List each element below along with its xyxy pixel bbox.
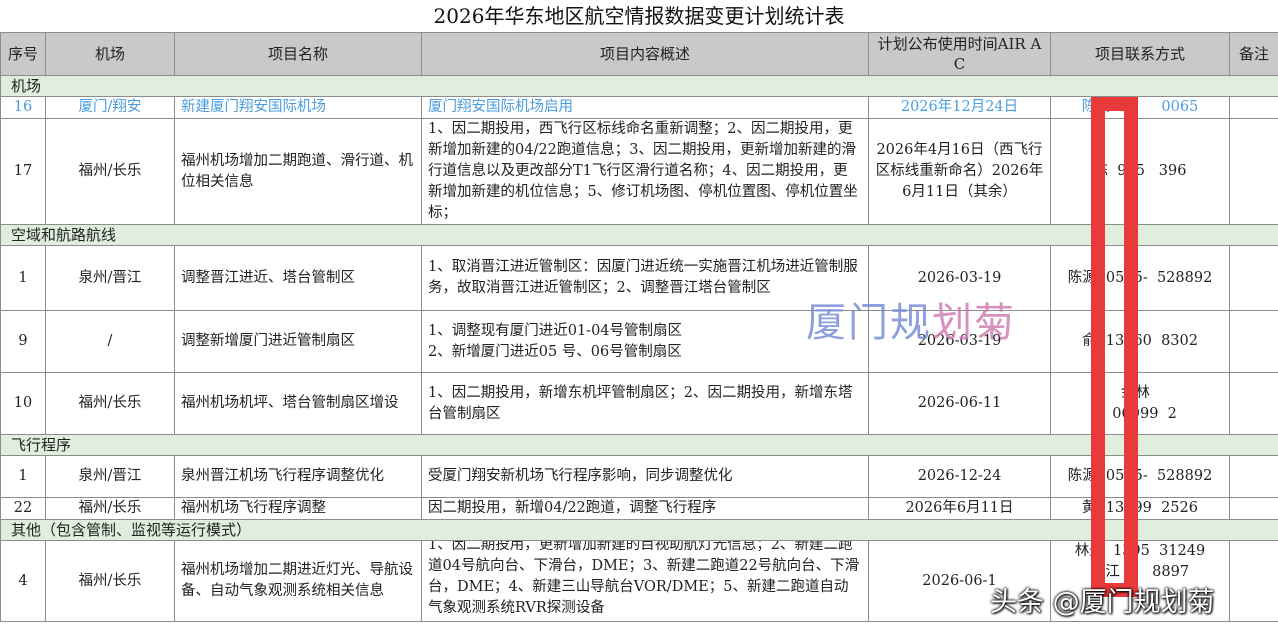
cell-seq[interactable]: 17 — [0, 118, 46, 225]
cell-contact[interactable]: 陈精 0065 — [1050, 96, 1230, 119]
table-row: 9 / 调整新增厦门进近管制扇区 1、调整现有厦门进近01-04号管制扇区 2、… — [0, 310, 1278, 373]
redaction-frame — [1091, 97, 1138, 597]
cell-summary[interactable]: 受厦门翔安新机场飞行程序影响，同步调整优化 — [421, 455, 869, 498]
cell-summary[interactable]: 1、因二期投用，更新增加新建的目视助航灯光信息；2、新建二跑道04号航向台、下滑… — [421, 540, 869, 622]
watermark-text-part2: 划菊 — [932, 300, 1016, 346]
cell-seq[interactable]: 22 — [0, 497, 46, 520]
table-row: 22 福州/长乐 福州机场飞行程序调整 因二期投用，新增04/22跑道，调整飞行… — [0, 497, 1278, 520]
section-label[interactable]: 机场 — [0, 75, 1278, 97]
col-header-summary[interactable]: 项目内容概述 — [421, 32, 869, 76]
cell-summary[interactable]: 1、因二期投用，新增东机坪管制扇区；2、因二期投用，新增东塔台管制扇区 — [421, 372, 869, 435]
table-row: 1 泉州/晋江 调整晋江进近、塔台管制区 1、取消晋江进近管制区：因厦门进近统一… — [0, 245, 1278, 311]
cell-project[interactable]: 福州机场增加二期进近灯光、导航设备、自动气象观测系统相关信息 — [174, 540, 422, 622]
cell-airport[interactable]: 厦门/翔安 — [45, 96, 175, 119]
cell-remark[interactable] — [1229, 540, 1278, 622]
watermark-corner: 头条 @厦门规划菊 — [990, 587, 1215, 618]
cell-seq[interactable]: 16 — [0, 96, 46, 119]
cell-project[interactable]: 调整新增厦门进近管制扇区 — [174, 310, 422, 373]
watermark-text-part1: 厦门规 — [806, 300, 932, 346]
section-row-procedure: 飞行程序 — [0, 434, 1278, 456]
header-row: 序号 机场 项目名称 项目内容概述 计划公布使用时间AIR AC 项目联系方式 … — [0, 32, 1278, 76]
sheet-title: 2026年华东地区航空情报数据变更计划统计表 — [433, 4, 845, 28]
cell-seq[interactable]: 1 — [0, 245, 46, 311]
col-header-contact[interactable]: 项目联系方式 — [1050, 32, 1230, 76]
cell-publish-time[interactable]: 2026年4月16日（西飞行区标线重新命名）2026年6月11日（其余） — [868, 118, 1051, 225]
cell-summary[interactable]: 厦门翔安国际机场启用 — [421, 96, 869, 119]
cell-remark[interactable] — [1229, 118, 1278, 225]
cell-contact[interactable]: 黄 13599 2526 — [1050, 497, 1230, 520]
cell-summary[interactable]: 1、因二期投用，西飞行区标线命名重新调整；2、因二期投用，更新增加新建的04/2… — [421, 118, 869, 225]
cell-project[interactable]: 泉州晋江机场飞行程序调整优化 — [174, 455, 422, 498]
cell-seq[interactable]: 9 — [0, 310, 46, 373]
section-row-airspace: 空域和航路航线 — [0, 224, 1278, 246]
cell-seq[interactable]: 1 — [0, 455, 46, 498]
cell-remark[interactable] — [1229, 310, 1278, 373]
table-row: 16 厦门/翔安 新建厦门翔安国际机场 厦门翔安国际机场启用 2026年12月2… — [0, 96, 1278, 119]
cell-airport[interactable]: 福州/长乐 — [45, 540, 175, 622]
cell-remark[interactable] — [1229, 96, 1278, 119]
section-row-airport: 机场 — [0, 75, 1278, 97]
cell-contact[interactable]: 俞 13860 8302 — [1050, 310, 1230, 373]
col-header-remark[interactable]: 备注 — [1229, 32, 1278, 76]
table-row: 10 福州/长乐 福州机场机坪、塔台管制扇区增设 1、因二期投用，新增东机坪管制… — [0, 372, 1278, 435]
cell-seq[interactable]: 4 — [0, 540, 46, 622]
cell-publish-time[interactable]: 2026-06-11 — [868, 372, 1051, 435]
col-header-seq[interactable]: 序号 — [0, 32, 46, 76]
cell-publish-time[interactable]: 2026-12-24 — [868, 455, 1051, 498]
col-header-project[interactable]: 项目名称 — [174, 32, 422, 76]
cell-contact[interactable]: 陈 995 396 — [1050, 118, 1230, 225]
cell-project[interactable]: 福州机场增加二期跑道、滑行道、机位相关信息 — [174, 118, 422, 225]
cell-summary[interactable]: 1、调整现有厦门进近01-04号管制扇区 2、新增厦门进近05 号、06号管制扇… — [421, 310, 869, 373]
watermark-center: 厦门规划菊 — [806, 290, 1016, 348]
section-row-other: 其他（包含管制、监视等运行模式） — [0, 519, 1278, 541]
cell-airport[interactable]: 泉州/晋江 — [45, 245, 175, 311]
table-row: 17 福州/长乐 福州机场增加二期跑道、滑行道、机位相关信息 1、因二期投用，西… — [0, 118, 1278, 225]
section-label[interactable]: 空域和航路航线 — [0, 224, 1278, 246]
cell-remark[interactable] — [1229, 455, 1278, 498]
cell-seq[interactable]: 10 — [0, 372, 46, 435]
cell-airport[interactable]: / — [45, 310, 175, 373]
cell-summary-text: 1、因二期投用，更新增加新建的目视助航灯光信息；2、新建二跑道04号航向台、下滑… — [428, 540, 860, 616]
cell-airport[interactable]: 福州/长乐 — [45, 118, 175, 225]
cell-contact[interactable]: 陈源 0595- 528892 — [1050, 245, 1230, 311]
cell-remark[interactable] — [1229, 372, 1278, 435]
cell-airport[interactable]: 福州/长乐 — [45, 497, 175, 520]
cell-project[interactable]: 福州机场飞行程序调整 — [174, 497, 422, 520]
table-row: 1 泉州/晋江 泉州晋江机场飞行程序调整优化 受厦门翔安新机场飞行程序影响，同步… — [0, 455, 1278, 498]
cell-contact[interactable]: 金林 06999 2 — [1050, 372, 1230, 435]
section-label[interactable]: 飞行程序 — [0, 434, 1278, 456]
data-table: 序号 机场 项目名称 项目内容概述 计划公布使用时间AIR AC 项目联系方式 … — [0, 32, 1278, 622]
col-header-publish-time[interactable]: 计划公布使用时间AIR AC — [868, 32, 1051, 76]
cell-airport[interactable]: 福州/长乐 — [45, 372, 175, 435]
cell-publish-time[interactable]: 2026年6月11日 — [868, 497, 1051, 520]
cell-summary[interactable]: 1、取消晋江进近管制区：因厦门进近统一实施晋江机场进近管制服务，故取消晋江进近管… — [421, 245, 869, 311]
cell-remark[interactable] — [1229, 497, 1278, 520]
cell-airport[interactable]: 泉州/晋江 — [45, 455, 175, 498]
cell-project[interactable]: 调整晋江进近、塔台管制区 — [174, 245, 422, 311]
section-label[interactable]: 其他（包含管制、监视等运行模式） — [0, 519, 1278, 541]
cell-publish-time[interactable]: 2026年12月24日 — [868, 96, 1051, 119]
cell-project[interactable]: 新建厦门翔安国际机场 — [174, 96, 422, 119]
cell-project[interactable]: 福州机场机坪、塔台管制扇区增设 — [174, 372, 422, 435]
cell-contact[interactable]: 陈源 0595- 528892 — [1050, 455, 1230, 498]
cell-remark[interactable] — [1229, 245, 1278, 311]
col-header-airport[interactable]: 机场 — [45, 32, 175, 76]
cell-summary[interactable]: 因二期投用，新增04/22跑道，调整飞行程序 — [421, 497, 869, 520]
